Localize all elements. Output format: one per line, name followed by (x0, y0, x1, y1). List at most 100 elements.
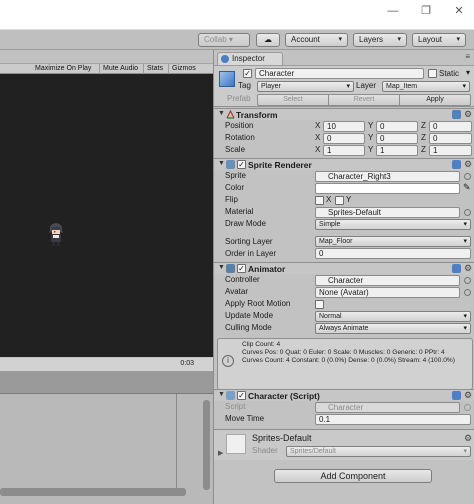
account-dropdown[interactable]: Account ▾ (285, 33, 348, 47)
sorting-layer-label: Sorting Layer (225, 237, 273, 246)
script-enabled-checkbox[interactable]: ✓ (237, 391, 246, 400)
horizontal-scrollbar[interactable] (0, 488, 186, 496)
info-icon: i (222, 355, 234, 367)
restore-button[interactable]: ❐ (418, 4, 434, 18)
rotation-z-field[interactable]: 0 (429, 133, 472, 144)
stats-toggle[interactable]: Stats (147, 64, 163, 74)
sprite-renderer-header[interactable]: ▼ ✓ Sprite Renderer ⚙ (214, 158, 474, 170)
draw-mode-dropdown[interactable]: Simple ▾ (315, 219, 471, 230)
object-picker-icon[interactable] (464, 173, 471, 180)
culling-mode-dropdown[interactable]: Always Animate ▾ (315, 323, 471, 334)
rotation-x-label[interactable]: X (315, 133, 320, 143)
animator-title: Animator (248, 264, 286, 274)
gear-icon[interactable]: ⚙ (464, 110, 473, 119)
object-picker-icon[interactable] (464, 277, 471, 284)
rotation-y-label[interactable]: Y (368, 133, 373, 143)
rotation-z-label[interactable]: Z (421, 133, 426, 143)
order-in-layer-field[interactable]: 0 (315, 248, 471, 259)
avatar-field[interactable]: None (Avatar) (315, 287, 460, 298)
panel-menu-icon[interactable]: ≡ (465, 52, 470, 61)
object-name-field[interactable]: Character (255, 68, 424, 79)
object-picker-icon[interactable] (464, 209, 471, 216)
animator-header[interactable]: ▼ ✓ Animator ⚙ (214, 262, 474, 274)
position-x-field[interactable]: 10 (323, 121, 365, 132)
help-icon[interactable] (452, 264, 461, 273)
character-script-header[interactable]: ▼ ✓ Character (Script) ⚙ (214, 389, 474, 401)
collab-button[interactable]: Collab ▾ (198, 33, 250, 47)
scale-x-label[interactable]: X (315, 145, 320, 155)
position-z-label[interactable]: Z (421, 121, 426, 131)
vertical-scrollbar[interactable] (203, 400, 210, 490)
minimize-button[interactable]: — (385, 4, 401, 18)
window-titlebar: — ❐ ✕ (0, 0, 474, 30)
active-checkbox[interactable]: ✓ (243, 69, 252, 78)
position-y-label[interactable]: Y (368, 121, 373, 131)
gizmos-dropdown[interactable]: Gizmos (172, 64, 196, 74)
update-mode-value: Normal (319, 313, 342, 320)
object-picker-icon[interactable] (464, 289, 471, 296)
draw-mode-label: Draw Mode (225, 219, 266, 228)
prefab-select-button[interactable]: Select (257, 94, 329, 106)
prefab-revert-button[interactable]: Revert (328, 94, 400, 106)
material-field[interactable]: Sprites-Default (315, 207, 460, 218)
animation-dopesheet-strip[interactable] (0, 372, 213, 394)
apply-root-motion-checkbox[interactable] (315, 300, 324, 309)
color-field[interactable] (315, 183, 460, 194)
inspector-panel: Inspector ≡ ✓ Character Static ▾ Tag Pla… (213, 50, 474, 504)
sprite-renderer-enabled-checkbox[interactable]: ✓ (237, 160, 246, 169)
help-icon[interactable] (452, 391, 461, 400)
controller-field[interactable]: Character (315, 275, 460, 286)
position-x-label[interactable]: X (315, 121, 320, 131)
gear-icon[interactable]: ⚙ (464, 434, 473, 443)
eyedropper-icon[interactable]: ✎ (463, 182, 471, 192)
scale-z-field[interactable]: 1 (429, 145, 472, 156)
foldout-collapsed-icon[interactable]: ▶ (218, 449, 223, 459)
flip-x-checkbox[interactable] (315, 196, 324, 205)
flip-y-checkbox[interactable] (335, 196, 344, 205)
material-preview-icon (226, 434, 246, 454)
gear-icon[interactable]: ⚙ (464, 391, 473, 400)
scale-z-label[interactable]: Z (421, 145, 426, 155)
transform-header[interactable]: ▼ Transform ⚙ (214, 108, 474, 120)
material-label: Material (225, 207, 254, 216)
chevron-down-icon[interactable]: ▾ (466, 68, 470, 78)
help-icon[interactable] (452, 110, 461, 119)
cloud-button[interactable]: ☁ (256, 33, 280, 47)
scale-y-field[interactable]: 1 (376, 145, 418, 156)
layout-dropdown[interactable]: Layout ▾ (412, 33, 466, 47)
chevron-down-icon: ▾ (463, 313, 467, 320)
mute-audio-toggle[interactable]: Mute Audio (103, 64, 138, 74)
layers-dropdown[interactable]: Layers ▾ (353, 33, 407, 47)
position-y-field[interactable]: 0 (376, 121, 418, 132)
culling-mode-value: Always Animate (319, 325, 369, 332)
gear-icon[interactable]: ⚙ (464, 160, 473, 169)
animator-enabled-checkbox[interactable]: ✓ (237, 264, 246, 273)
static-label: Static (439, 69, 460, 78)
position-z-field[interactable]: 0 (429, 121, 472, 132)
layer-value: Map_Item (386, 83, 418, 90)
update-mode-dropdown[interactable]: Normal ▾ (315, 311, 471, 322)
rotation-y-field[interactable]: 0 (376, 133, 418, 144)
scale-y-label[interactable]: Y (368, 145, 373, 155)
tag-dropdown[interactable]: Player ▾ (257, 81, 354, 92)
sorting-layer-dropdown[interactable]: Map_Floor ▾ (315, 236, 471, 247)
prefab-apply-button[interactable]: Apply (399, 94, 471, 106)
close-button[interactable]: ✕ (451, 4, 467, 18)
shader-dropdown: Sprites/Default ▾ (286, 446, 471, 457)
rotation-x-field[interactable]: 0 (323, 133, 365, 144)
maximize-on-play-toggle[interactable]: Maximize On Play (35, 64, 91, 74)
animator-info-box: i Clip Count: 4 Curves Pos: 0 Quat: 0 Eu… (217, 338, 473, 390)
script-label: Script (225, 402, 246, 411)
gear-icon[interactable]: ⚙ (464, 264, 473, 273)
tab-inspector[interactable]: Inspector (217, 52, 283, 65)
layer-dropdown[interactable]: Map_Item ▾ (382, 81, 470, 92)
character-sprite (49, 223, 63, 246)
sprite-field[interactable]: Character_Right3 (315, 171, 460, 182)
foldout-expanded-icon: ▼ (218, 264, 225, 271)
game-view[interactable] (0, 74, 213, 357)
move-time-field[interactable]: 0.1 (315, 414, 471, 425)
static-checkbox[interactable] (428, 69, 437, 78)
help-icon[interactable] (452, 160, 461, 169)
add-component-button[interactable]: Add Component (274, 469, 432, 483)
scale-x-field[interactable]: 1 (323, 145, 365, 156)
